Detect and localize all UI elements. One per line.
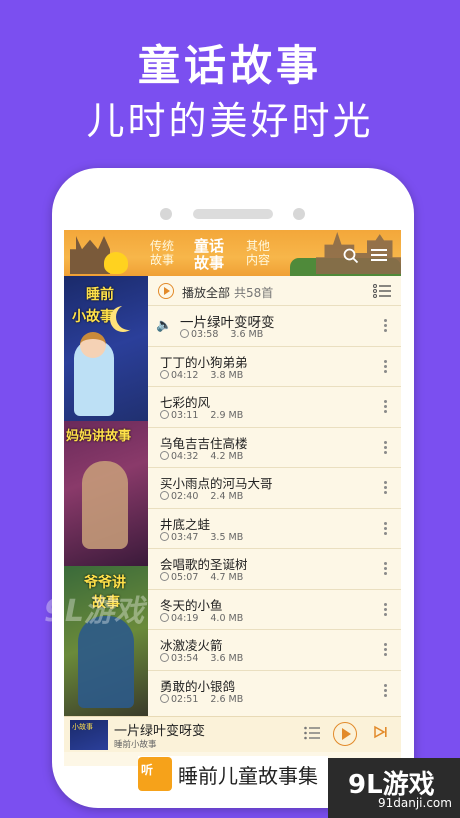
camera-icon <box>160 208 172 220</box>
app-name: 睡前儿童故事集 <box>178 764 318 788</box>
play-all-bar[interactable]: 播放全部 共58首 <box>148 276 401 306</box>
track-row[interactable]: 🔈 一片绿叶变呀变 03:58 3.6 MB <box>148 306 401 347</box>
track-row[interactable]: 七彩的风 03:11 2.9 MB <box>148 387 401 428</box>
player-cover[interactable]: 小故事 <box>70 720 108 750</box>
play-all-icon[interactable] <box>158 283 174 299</box>
play-button[interactable] <box>333 722 357 746</box>
clock-icon <box>160 410 169 419</box>
girl-head-illustration <box>80 332 106 358</box>
mini-player[interactable]: 小故事 一片绿叶变呀变 睡前小故事 <box>64 716 401 752</box>
list-select-icon[interactable] <box>373 284 391 302</box>
duck-logo <box>104 252 128 274</box>
clock-icon <box>160 491 169 500</box>
track-row[interactable]: 勇敢的小银鸽 02:51 2.6 MB <box>148 671 401 712</box>
track-row[interactable]: 会唱歌的圣诞树 05:07 4.7 MB <box>148 549 401 590</box>
now-playing-speaker-icon: 🔈 <box>156 318 173 333</box>
more-options-icon[interactable] <box>383 641 387 658</box>
more-options-icon[interactable] <box>383 358 387 375</box>
track-row[interactable]: 井底之蛙 03:47 3.5 MB <box>148 509 401 549</box>
track-row[interactable]: 丁丁的小狗弟弟 04:12 3.8 MB <box>148 347 401 387</box>
playlist-icon[interactable] <box>304 726 320 744</box>
next-track-icon[interactable] <box>374 725 388 743</box>
clock-icon <box>180 329 189 338</box>
menu-icon[interactable] <box>371 248 387 262</box>
promo-subtitle: 儿时的美好时光 <box>86 99 374 143</box>
watermark-url: 91danji.com <box>378 796 452 810</box>
more-options-icon[interactable] <box>383 479 387 496</box>
play-all-label: 播放全部 <box>182 286 231 300</box>
clock-icon <box>160 612 169 622</box>
app-screen: 传统 故事 童话 故事 其他 内容 睡前 小故事 妈妈讲故事 爷爷讲 故事 播放… <box>64 230 401 766</box>
clock-icon <box>160 653 169 662</box>
moon-icon <box>116 304 142 330</box>
more-options-icon[interactable] <box>383 601 387 618</box>
tab-fairy-tales[interactable]: 童话 故事 <box>194 238 224 272</box>
search-icon[interactable] <box>343 248 359 264</box>
track-row[interactable]: 买小雨点的河马大哥 02:40 2.4 MB <box>148 468 401 509</box>
app-name-banner: 听 睡前儿童故事集 <box>138 756 328 792</box>
tab-traditional-stories[interactable]: 传统 故事 <box>150 239 174 267</box>
more-options-icon[interactable] <box>383 682 387 699</box>
track-row[interactable]: 乌龟吉吉住高楼 04:32 4.2 MB <box>148 428 401 468</box>
player-album-name: 睡前小故事 <box>114 740 157 750</box>
more-options-icon[interactable] <box>383 398 387 415</box>
top-bar: 传统 故事 童话 故事 其他 内容 <box>64 230 401 276</box>
album-cover[interactable]: 睡前 小故事 <box>64 276 148 421</box>
player-track-title: 一片绿叶变呀变 <box>114 724 206 739</box>
album-covers: 睡前 小故事 妈妈讲故事 爷爷讲 故事 <box>64 276 148 716</box>
clock-icon <box>160 450 169 460</box>
tab-other-content[interactable]: 其他 内容 <box>246 239 270 267</box>
mother-illustration <box>82 461 128 549</box>
album-cover[interactable]: 妈妈讲故事 <box>64 421 148 566</box>
sensor-icon <box>293 208 305 220</box>
more-options-icon[interactable] <box>383 439 387 456</box>
watermark-faint: 9L游戏 <box>44 594 144 629</box>
more-options-icon[interactable] <box>383 317 387 334</box>
clock-icon <box>160 693 169 703</box>
clock-icon <box>160 531 169 541</box>
earpiece-speaker <box>193 209 273 219</box>
more-options-icon[interactable] <box>383 560 387 577</box>
track-row[interactable]: 冰激凌火箭 03:54 3.6 MB <box>148 630 401 671</box>
track-count: 共58首 <box>234 286 274 300</box>
promo-title: 童话故事 <box>137 41 322 90</box>
app-logo: 听 <box>138 757 172 791</box>
more-options-icon[interactable] <box>383 520 387 537</box>
clock-icon <box>160 369 169 379</box>
clock-icon <box>160 572 169 581</box>
track-row[interactable]: 冬天的小鱼 04:19 4.0 MB <box>148 590 401 630</box>
